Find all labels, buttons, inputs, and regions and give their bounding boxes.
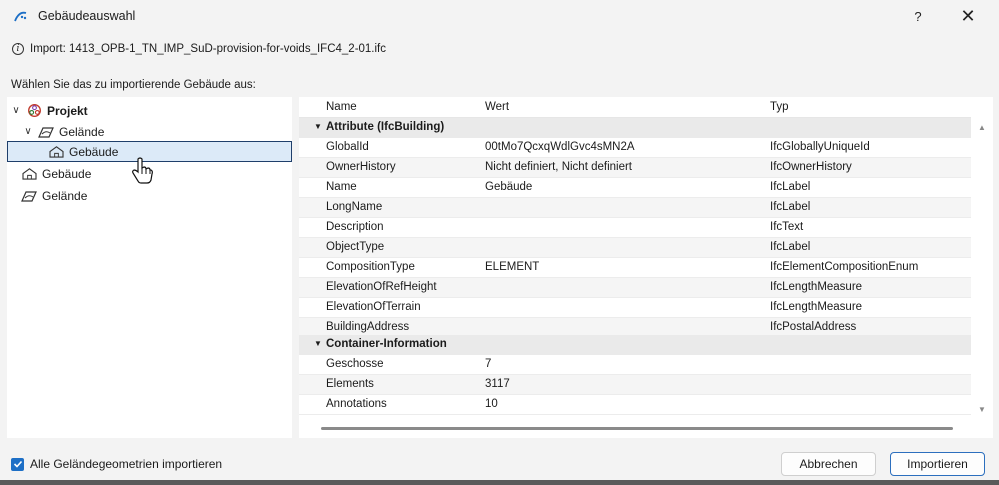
checkbox-label: Alle Geländegeometrien importieren — [30, 457, 223, 471]
cell-name: BuildingAddress — [326, 321, 410, 333]
tree-item-terrain-2[interactable]: Gelände — [21, 185, 87, 206]
table-row[interactable]: Elements 3117 — [299, 375, 971, 395]
hand-cursor-icon — [132, 157, 153, 184]
cell-name: LongName — [326, 201, 383, 213]
cell-type: IfcPostalAddress — [770, 321, 857, 333]
cell-value: Gebäude — [485, 181, 533, 193]
cell-name: GlobalId — [326, 141, 369, 153]
cell-value: ELEMENT — [485, 261, 540, 273]
horizontal-scrollbar[interactable] — [321, 427, 953, 430]
building-tree: ∨ Projekt ∨ Gelände Gebäude Gebäude Gelä… — [7, 97, 292, 438]
group-row-container-info[interactable]: ▼ Container-Information — [299, 335, 971, 355]
table-row[interactable]: ElevationOfTerrain IfcLengthMeasure — [299, 298, 971, 318]
cell-type: IfcOwnerHistory — [770, 161, 852, 173]
help-button[interactable]: ? — [905, 5, 931, 27]
triangle-down-icon[interactable]: ▼ — [314, 339, 322, 348]
group-label: Container-Information — [326, 338, 447, 350]
tree-item-project[interactable]: ∨ Projekt — [11, 100, 88, 121]
cell-value: 7 — [485, 358, 492, 370]
cell-value: Nicht definiert, Nicht definiert — [485, 161, 633, 173]
column-header-value[interactable]: Wert — [485, 101, 509, 113]
property-grid: Name Wert Typ ▼ Attribute (IfcBuilding) … — [299, 97, 993, 438]
cell-name: Description — [326, 221, 384, 233]
tree-item-label: Gebäude — [69, 144, 119, 159]
cell-type: IfcLengthMeasure — [770, 301, 863, 313]
cell-type: IfcElementCompositionEnum — [770, 261, 919, 273]
cell-name: Geschosse — [326, 358, 384, 370]
group-label: Attribute (IfcBuilding) — [326, 121, 445, 133]
window-title: Gebäudeauswahl — [38, 9, 136, 23]
import-file-name: Import: 1413_OPB-1_TN_IMP_SuD-provision-… — [30, 43, 387, 55]
cell-name: CompositionType — [326, 261, 415, 273]
table-row[interactable]: ElevationOfRefHeight IfcLengthMeasure — [299, 278, 971, 298]
import-button[interactable]: Importieren — [890, 452, 985, 476]
tree-item-label: Projekt — [47, 103, 88, 118]
cell-name: Elements — [326, 378, 374, 390]
cell-name: ElevationOfTerrain — [326, 301, 421, 313]
cell-type: IfcLabel — [770, 241, 811, 253]
table-row[interactable]: Geschosse 7 — [299, 355, 971, 375]
tree-item-label: Gelände — [42, 188, 88, 203]
table-row[interactable]: OwnerHistory Nicht definiert, Nicht defi… — [299, 158, 971, 178]
cell-name: OwnerHistory — [326, 161, 396, 173]
scroll-up-icon[interactable]: ▲ — [978, 123, 986, 132]
cell-type: IfcText — [770, 221, 804, 233]
project-icon — [26, 103, 42, 119]
table-row[interactable]: Description IfcText — [299, 218, 971, 238]
cell-name: ElevationOfRefHeight — [326, 281, 437, 293]
title-bar: Gebäudeauswahl ? ✕ — [0, 0, 999, 32]
cell-value: 10 — [485, 398, 498, 410]
tree-item-terrain[interactable]: ∨ Gelände — [23, 121, 104, 142]
table-row[interactable]: Annotations 10 — [299, 395, 971, 415]
building-icon — [21, 166, 37, 182]
terrain-icon — [21, 188, 37, 204]
table-row[interactable]: ObjectType IfcLabel — [299, 238, 971, 258]
cell-name: ObjectType — [326, 241, 385, 253]
tree-item-label: Gelände — [59, 124, 105, 139]
column-header-name[interactable]: Name — [326, 101, 357, 113]
cell-type: IfcLengthMeasure — [770, 281, 863, 293]
cell-type: IfcLabel — [770, 201, 811, 213]
cell-value: 3117 — [485, 378, 510, 390]
selection-prompt: Wählen Sie das zu importierende Gebäude … — [11, 79, 256, 91]
cell-type: IfcLabel — [770, 181, 811, 193]
terrain-icon — [38, 124, 54, 140]
taskbar-strip — [0, 480, 999, 485]
cancel-button[interactable]: Abbrechen — [781, 452, 876, 476]
checkbox-checked-icon[interactable] — [11, 457, 24, 471]
table-row[interactable]: Name Gebäude IfcLabel — [299, 178, 971, 198]
cell-value: 00tMo7QcxqWdlGvc4sMN2A — [485, 141, 635, 153]
group-row-attributes[interactable]: ▼ Attribute (IfcBuilding) — [299, 118, 971, 138]
vertical-scrollbar[interactable]: ▲ ▼ — [975, 117, 989, 417]
import-terrain-checkbox[interactable]: Alle Geländegeometrien importieren — [11, 457, 222, 471]
table-row[interactable]: CompositionType ELEMENT IfcElementCompos… — [299, 258, 971, 278]
cell-name: Name — [326, 181, 357, 193]
scroll-down-icon[interactable]: ▼ — [978, 405, 986, 414]
chevron-down-icon[interactable]: ∨ — [23, 126, 33, 137]
grid-header: Name Wert Typ — [299, 97, 971, 118]
cell-name: Annotations — [326, 398, 387, 410]
tree-item-label: Gebäude — [42, 166, 92, 181]
close-button[interactable]: ✕ — [955, 5, 981, 27]
tree-item-building[interactable]: Gebäude — [21, 163, 91, 184]
column-header-type[interactable]: Typ — [770, 101, 789, 113]
app-logo-icon — [14, 11, 27, 22]
table-row[interactable]: GlobalId 00tMo7QcxqWdlGvc4sMN2A IfcGloba… — [299, 138, 971, 158]
info-icon: i — [12, 43, 24, 55]
building-icon — [48, 144, 64, 160]
import-file-info: i Import: 1413_OPB-1_TN_IMP_SuD-provisio… — [12, 43, 386, 55]
table-row[interactable]: LongName IfcLabel — [299, 198, 971, 218]
triangle-down-icon[interactable]: ▼ — [314, 122, 322, 131]
chevron-down-icon[interactable]: ∨ — [11, 105, 21, 116]
cell-type: IfcGloballyUniqueId — [770, 141, 870, 153]
